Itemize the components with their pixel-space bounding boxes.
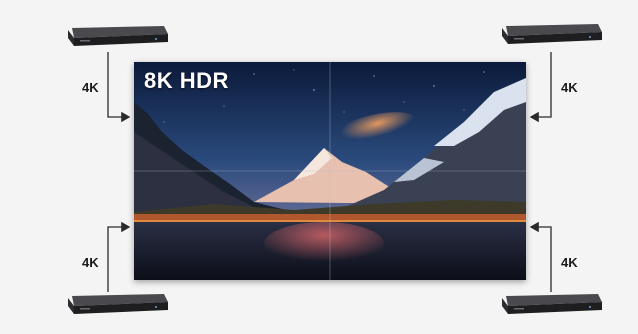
wire-top-right — [529, 52, 552, 123]
diagram: 4K 4K 4K 4K 8K HDR — [0, 0, 638, 334]
source-label-bottom-right: 4K — [561, 255, 578, 270]
video-wall-display: 8K HDR — [134, 62, 526, 280]
source-device-top-right — [500, 22, 604, 48]
source-label-bottom-left: 4K — [82, 255, 99, 270]
wall-resolution-label: 8K HDR — [144, 68, 229, 93]
media-player-icon — [68, 294, 168, 314]
wire-bottom-right — [529, 221, 552, 292]
source-label-top-left: 4K — [82, 80, 99, 95]
wire-bottom-left — [107, 221, 131, 292]
source-device-bottom-left — [66, 292, 170, 318]
source-device-bottom-right — [500, 292, 604, 318]
wire-top-left — [107, 52, 131, 123]
landscape-image — [134, 62, 526, 280]
source-label-top-right: 4K — [561, 80, 578, 95]
media-player-icon — [502, 294, 602, 314]
media-player-icon — [68, 26, 168, 46]
media-player-icon — [502, 24, 602, 44]
source-device-top-left — [66, 24, 170, 50]
